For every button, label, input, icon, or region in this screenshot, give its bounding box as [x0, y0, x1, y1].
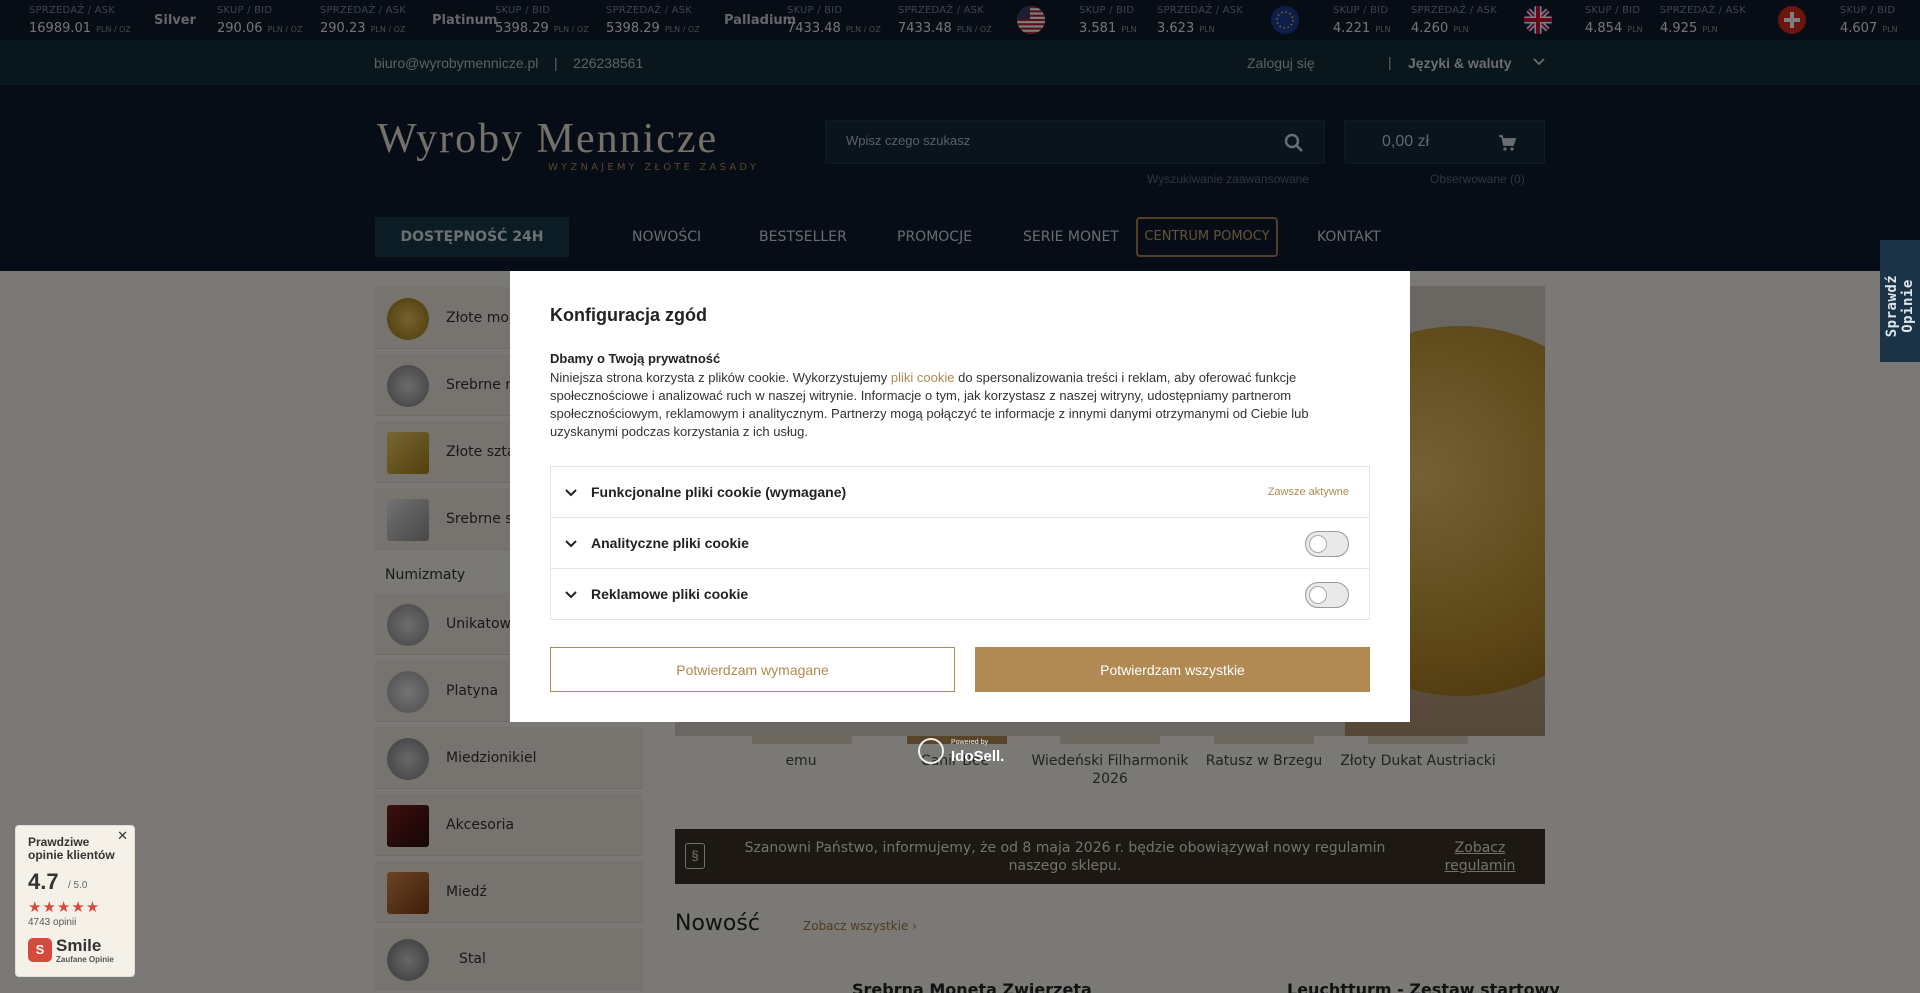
reviews-score: 4.7 — [28, 869, 59, 894]
chevron-down-icon — [565, 591, 577, 599]
accordion-ads-cookies[interactable]: Reklamowe pliki cookie — [550, 568, 1370, 620]
cookie-policy-link[interactable]: pliki cookie — [891, 370, 955, 385]
cookie-consent-modal: Konfiguracja zgód Dbamy o Twoją prywatno… — [510, 271, 1410, 722]
analytics-toggle[interactable] — [1305, 531, 1349, 557]
toggle-knob — [1309, 586, 1327, 604]
lock-icon — [918, 738, 944, 764]
always-active-label: Zawsze aktywne — [1267, 486, 1349, 498]
modal-title: Konfiguracja zgód — [550, 305, 707, 325]
smile-brand-sub: Zaufane Opinie — [56, 955, 114, 964]
toggle-knob — [1309, 535, 1327, 553]
reviews-max-score: / 5.0 — [68, 880, 88, 891]
reviews-widget[interactable]: ✕ Prawdziwe opinie klientów 4.7 / 5.0 ★★… — [15, 825, 135, 977]
ads-toggle[interactable] — [1305, 582, 1349, 608]
accordion-analytics-cookies[interactable]: Analityczne pliki cookie — [550, 517, 1370, 569]
chevron-down-icon — [565, 489, 577, 497]
accordion-functional-cookies[interactable]: Funkcjonalne pliki cookie (wymagane) Zaw… — [550, 466, 1370, 518]
reviews-count: 4743 opinii — [28, 917, 77, 928]
privacy-heading: Dbamy o Twoją prywatność — [550, 351, 721, 366]
powered-by-idosell[interactable]: Powered by IdoSell. — [918, 736, 1008, 768]
check-reviews-tab[interactable]: Sprawdź Opinie — [1880, 240, 1920, 362]
smile-logo-icon: S — [28, 938, 52, 962]
reviews-title: Prawdziwe opinie klientów — [28, 835, 115, 862]
accept-required-button[interactable]: Potwierdzam wymagane — [550, 647, 955, 692]
star-rating-icon: ★★★★★ — [28, 899, 101, 916]
privacy-text: Niniejsza strona korzysta z plików cooki… — [550, 370, 1309, 439]
accept-all-button[interactable]: Potwierdzam wszystkie — [975, 647, 1370, 692]
chevron-down-icon — [565, 540, 577, 548]
smile-brand: Smile — [56, 936, 102, 955]
